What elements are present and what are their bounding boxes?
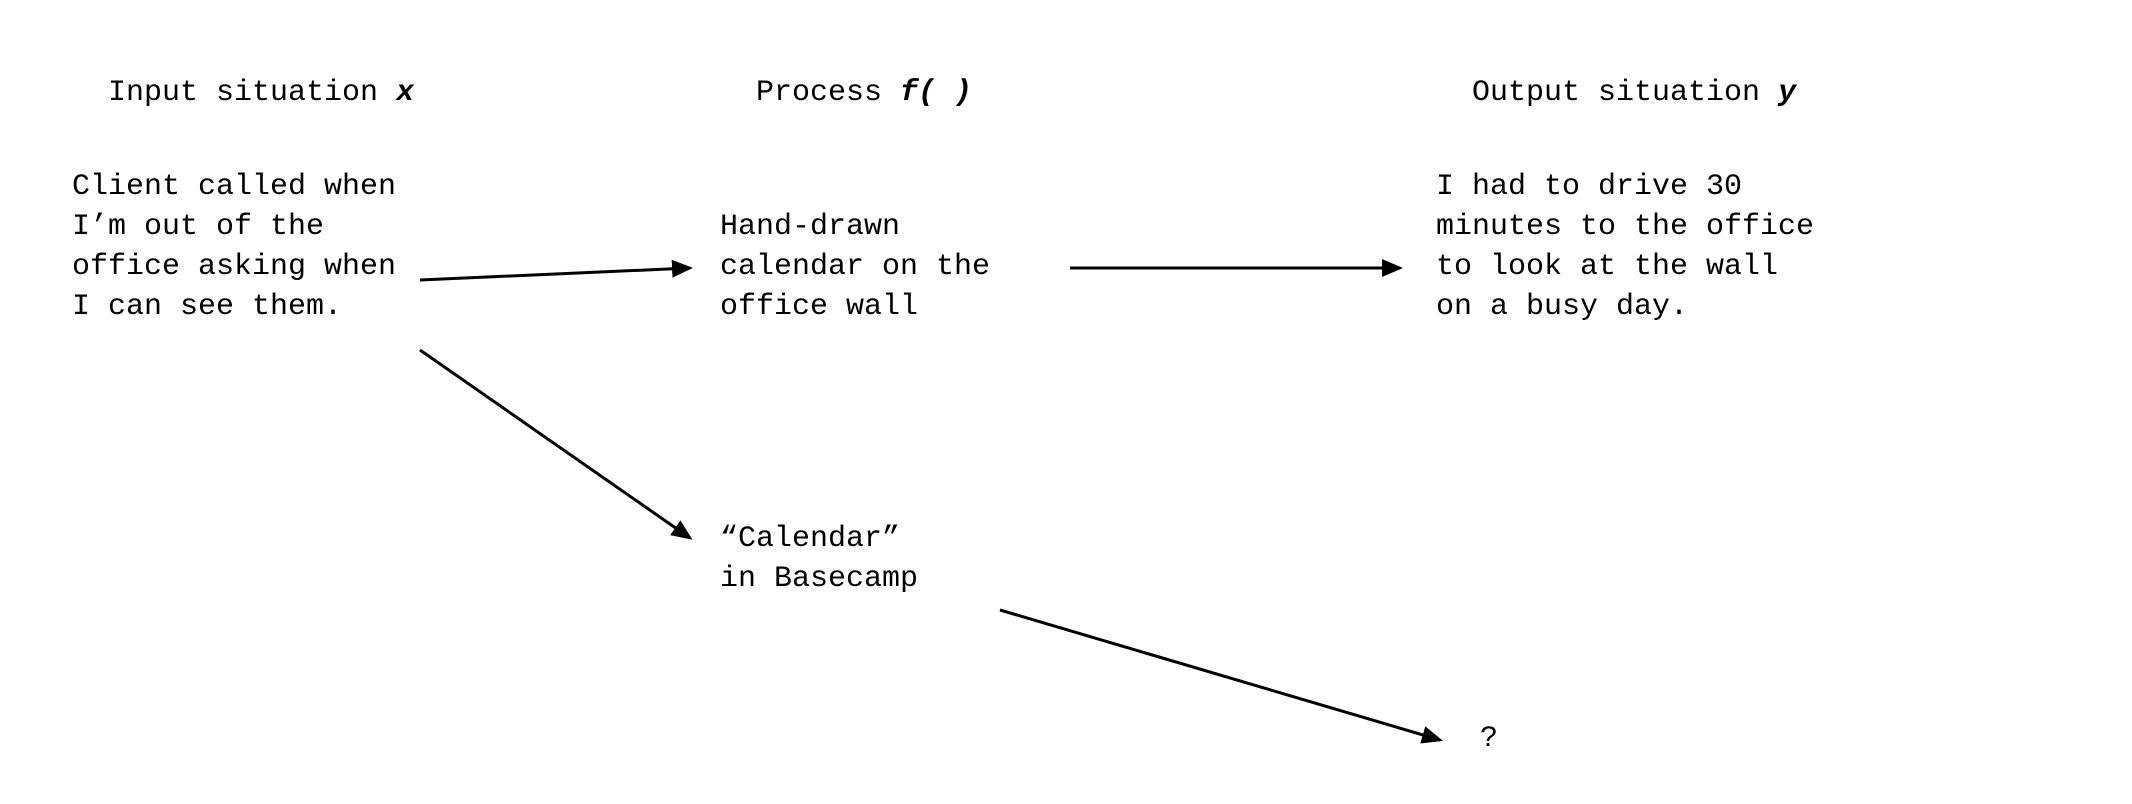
header-process-var: f( ): [900, 76, 972, 110]
header-process-label: Process: [756, 76, 900, 110]
header-input-label: Input situation: [108, 76, 396, 110]
header-output: Output situation y: [1436, 34, 1796, 114]
header-output-label: Output situation: [1472, 76, 1778, 110]
arrow-input-to-process-bottom: [420, 350, 690, 538]
header-input-var: x: [396, 76, 414, 110]
arrow-process-bottom-to-output-bottom: [1000, 610, 1440, 740]
header-input: Input situation x: [72, 34, 414, 114]
node-process-bottom: “Calendar” in Basecamp: [720, 520, 1000, 600]
node-output-top: I had to drive 30 minutes to the office …: [1436, 168, 1816, 328]
arrow-input-to-process-top: [420, 268, 690, 280]
node-process-top: Hand-drawn calendar on the office wall: [720, 208, 1050, 328]
arrows-layer: [0, 0, 2132, 804]
header-process: Process f( ): [720, 34, 972, 114]
node-input: Client called when I’m out of the office…: [72, 168, 412, 328]
header-output-var: y: [1778, 76, 1796, 110]
node-output-bottom: ?: [1480, 720, 1498, 760]
